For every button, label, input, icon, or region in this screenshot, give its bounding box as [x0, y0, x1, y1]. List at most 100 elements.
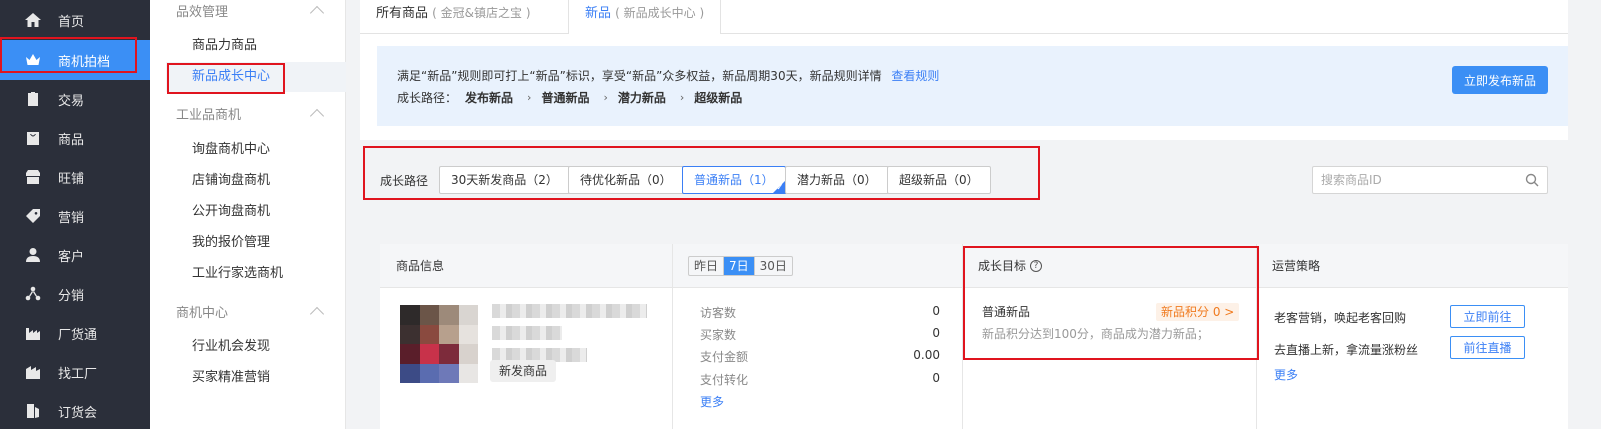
growth-step: 潜力新品: [617, 91, 666, 105]
nav-item-partner[interactable]: 商机拍档: [0, 40, 150, 80]
nav-item-label: 商品: [58, 132, 85, 148]
tag-icon: [24, 207, 42, 225]
goal-header-label: 成长目标: [978, 259, 1027, 273]
growth-step: 超级新品: [694, 91, 743, 105]
door-icon: [24, 402, 42, 420]
tab-sub-label: ( 金冠&镇店之宝 ): [432, 6, 531, 20]
chevron-up-icon: [309, 108, 325, 124]
submenu-item-industry-discovery[interactable]: 行业机会发现: [192, 336, 270, 358]
strategy-text: 老客营销，唤起老客回购: [1274, 311, 1407, 325]
building-icon: [24, 363, 42, 381]
nav-item-marketing[interactable]: 营销: [0, 196, 150, 236]
nav-item-trade[interactable]: 交易: [0, 79, 150, 119]
notice-banner: 满足“新品”规则即可打上“新品”标识，享受“新品”众多权益，新品周期30天，新品…: [377, 46, 1568, 126]
notice-section: 满足“新品”规则即可打上“新品”标识，享受“新品”众多权益，新品周期30天，新品…: [360, 34, 1568, 140]
column-divider: [672, 244, 673, 429]
nav-item-customers[interactable]: 客户: [0, 235, 150, 275]
filter-chip-regular[interactable]: 普通新品（1） ✓: [682, 166, 786, 194]
nav-item-label: 分销: [58, 288, 85, 304]
column-header-goal: 成长目标 ?: [962, 244, 1256, 288]
range-yesterday[interactable]: 昨日: [689, 256, 725, 275]
crown-icon: [24, 51, 42, 69]
tab-label: 所有商品: [376, 6, 429, 21]
submenu-item-expert-pick[interactable]: 工业行家选商机: [192, 263, 283, 285]
metric-label: 访客数: [700, 306, 737, 320]
search-box: [1312, 166, 1548, 194]
search-input[interactable]: [1313, 167, 1513, 193]
tab-label: 新品: [585, 6, 612, 21]
nav-item-label: 客户: [58, 249, 85, 265]
view-rules-link[interactable]: 查看规则: [891, 69, 939, 83]
growth-step: 发布新品: [465, 91, 514, 105]
shop-icon: [24, 168, 42, 186]
submenu-item-product-power[interactable]: 商品力商品: [192, 35, 257, 57]
submenu-group-industrial[interactable]: 工业品商机: [150, 101, 346, 125]
new-product-tag: 新发商品: [490, 360, 557, 382]
search-icon[interactable]: [1525, 173, 1539, 187]
submenu-group-opportunity[interactable]: 商机中心: [150, 299, 346, 323]
product-title-redacted: [492, 304, 647, 318]
notice-text: 满足“新品”规则即可打上“新品”标识，享受“新品”众多权益，新品周期30天，新品…: [397, 69, 882, 83]
points-badge[interactable]: 新品积分 0 >: [1156, 303, 1240, 321]
publish-new-product-button[interactable]: 立即发布新品: [1452, 66, 1548, 94]
nav-item-label: 厂货通: [58, 327, 98, 343]
submenu-item-inquiry-center[interactable]: 询盘商机中心: [192, 139, 270, 161]
filter-chip-super[interactable]: 超级新品（0）: [887, 166, 991, 194]
time-range-selector: 昨日 7日 30日: [688, 255, 793, 276]
share-icon: [24, 285, 42, 303]
clipboard-icon: [24, 90, 42, 108]
nav-item-label: 营销: [58, 210, 85, 226]
submenu-group-performance[interactable]: 品效管理: [150, 0, 346, 22]
filter-chip-label: 普通新品（1）: [694, 173, 774, 187]
metric-value: 0.00: [913, 348, 940, 362]
metric-label: 支付转化: [700, 373, 749, 387]
metric-value: 0: [932, 326, 940, 340]
nav-item-shop[interactable]: 旺铺: [0, 157, 150, 197]
filter-chip-to-optimize[interactable]: 待优化新品（0）: [568, 166, 684, 194]
filter-chip-potential[interactable]: 潜力新品（0）: [785, 166, 889, 194]
nav-item-home[interactable]: 首页: [0, 0, 150, 40]
strategy-text: 去直播上新，拿流量涨粉丝: [1274, 343, 1419, 357]
filter-label: 成长路径: [380, 174, 429, 188]
nav-item-label: 首页: [58, 14, 85, 30]
submenu-item-buyer-marketing[interactable]: 买家精准营销: [192, 367, 270, 389]
submenu-group-title: 商机中心: [176, 305, 229, 321]
nav-item-find-factory[interactable]: 找工厂: [0, 352, 150, 392]
submenu-group-title: 工业品商机: [176, 107, 242, 123]
product-thumbnail[interactable]: [400, 305, 478, 383]
nav-item-distribution[interactable]: 分销: [0, 274, 150, 314]
filter-chip-30day[interactable]: 30天新发商品（2）: [439, 166, 570, 194]
growth-path: 成长路径： 发布新品 › 普通新品 › 潜力新品 › 超级新品: [397, 89, 756, 106]
tab-all-products[interactable]: 所有商品 ( 金冠&镇店之宝 ): [360, 0, 547, 34]
submenu-item-shop-inquiry[interactable]: 店铺询盘商机: [192, 170, 270, 192]
column-divider: [962, 244, 963, 429]
metric-value: 0: [932, 304, 940, 318]
submenu-group-title: 品效管理: [176, 4, 229, 20]
nav-item-label: 订货会: [58, 405, 98, 421]
nav-item-order-fair[interactable]: 订货会: [0, 391, 150, 429]
nav-item-label: 商机拍档: [58, 54, 111, 70]
growth-path-label: 成长路径：: [397, 91, 458, 105]
metric-label: 支付金额: [700, 350, 749, 364]
tab-sub-label: ( 新品成长中心 ): [615, 6, 705, 20]
product-table: 商品信息 昨日 7日 30日 成长目标 ? 运营策略 新发商品 访客数 0 买家…: [380, 244, 1568, 429]
submenu-item-my-quotes[interactable]: 我的报价管理: [192, 232, 270, 254]
metrics-more-link[interactable]: 更多: [700, 393, 724, 410]
main-content: 所有商品 ( 金冠&镇店之宝 ) 新品 ( 新品成长中心 ) 满足“新品”规则即…: [360, 0, 1568, 429]
chevron-up-icon: [309, 5, 325, 21]
help-icon[interactable]: ?: [1030, 259, 1043, 272]
strategy-more-link[interactable]: 更多: [1274, 366, 1298, 383]
tab-new-products[interactable]: 新品 ( 新品成长中心 ): [568, 0, 722, 35]
submenu-item-new-product-center[interactable]: 新品成长中心: [192, 66, 270, 88]
go-now-button[interactable]: 立即前往: [1450, 305, 1525, 328]
go-live-button[interactable]: 前往直播: [1450, 336, 1525, 359]
range-7d[interactable]: 7日: [724, 256, 755, 275]
nav-item-factory-goods[interactable]: 厂货通: [0, 313, 150, 353]
nav-item-label: 旺铺: [58, 171, 85, 187]
submenu-item-public-inquiry[interactable]: 公开询盘商机: [192, 201, 270, 223]
filter-bar: 成长路径 30天新发商品（2） 待优化新品（0） 普通新品（1） ✓ 潜力新品（…: [360, 140, 1568, 240]
chevron-right-icon: ›: [527, 91, 532, 104]
nav-item-label: 交易: [58, 93, 85, 109]
nav-item-products[interactable]: 商品: [0, 118, 150, 158]
range-30d[interactable]: 30日: [755, 257, 792, 275]
